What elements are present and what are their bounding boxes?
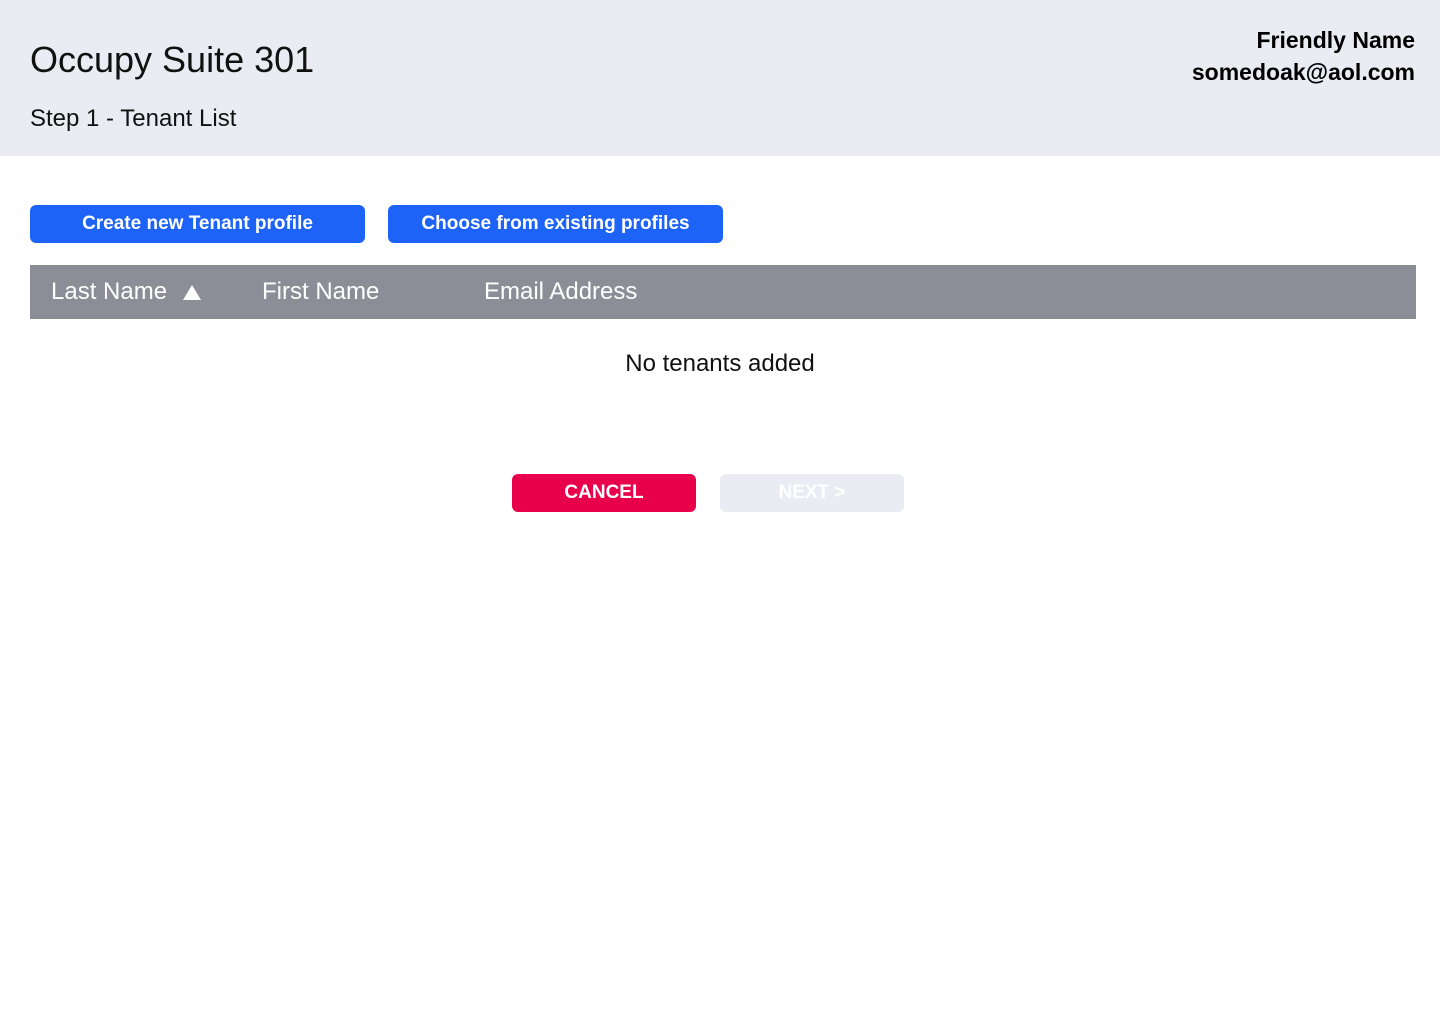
step-label: Step 1 - Tenant List (30, 105, 237, 132)
column-label-email: Email Address (484, 278, 638, 305)
column-label-first-name: First Name (262, 278, 380, 305)
column-header-email[interactable]: Email Address (484, 265, 637, 319)
user-name: Friendly Name (1256, 27, 1416, 53)
user-email: somedoak@aol.com (1191, 59, 1415, 85)
create-tenant-profile-button[interactable]: Create new Tenant profile (30, 205, 365, 243)
page-title: Occupy Suite 301 (30, 39, 315, 80)
next-button[interactable]: NEXT > (720, 474, 904, 512)
column-label-last-name: Last Name (51, 278, 168, 305)
cancel-button[interactable]: CANCEL (512, 474, 696, 512)
tenant-table: Last Name First Name Email Address No te… (30, 265, 1416, 377)
table-header: Last Name First Name Email Address (30, 265, 1416, 319)
choose-existing-profiles-button[interactable]: Choose from existing profiles (388, 205, 723, 243)
page-header: Occupy Suite 301 Step 1 - Tenant List Fr… (0, 0, 1440, 156)
sort-ascending-icon[interactable] (183, 284, 202, 300)
user-info: Friendly Name somedoak@aol.com (1192, 24, 1415, 88)
column-header-last-name[interactable]: Last Name (51, 265, 202, 319)
empty-table-message: No tenants added (625, 350, 815, 377)
column-header-first-name[interactable]: First Name (262, 265, 379, 319)
